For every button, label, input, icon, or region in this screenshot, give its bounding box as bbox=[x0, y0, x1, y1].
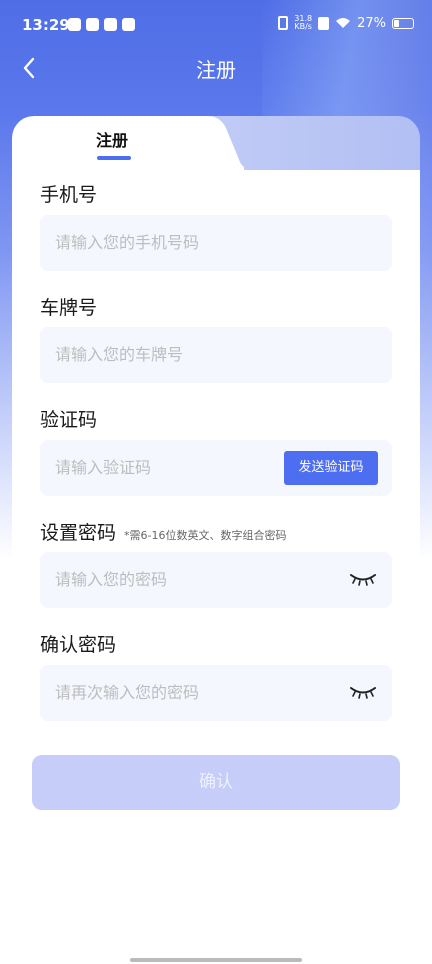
notification-icons bbox=[68, 18, 135, 31]
password-label-row: 设置密码 *需6-16位数英文、数字组合密码 bbox=[40, 518, 286, 545]
send-code-button[interactable]: 发送验证码 bbox=[284, 451, 378, 485]
play-icon bbox=[68, 18, 81, 31]
password-input[interactable]: 请输入您的密码 bbox=[55, 570, 167, 589]
password-confirm-label: 确认密码 bbox=[40, 634, 117, 656]
eye-closed-icon[interactable] bbox=[350, 685, 376, 699]
battery-fill bbox=[394, 19, 400, 27]
password-confirm-field: 请再次输入您的密码 bbox=[40, 665, 392, 721]
tab-register-label[interactable]: 注册 bbox=[96, 127, 128, 151]
code-input[interactable]: 请输入验证码 bbox=[55, 458, 151, 477]
status-right: 31.8 KB/s 27% bbox=[278, 15, 414, 31]
tab-active-indicator bbox=[97, 156, 131, 160]
eye-closed-icon[interactable] bbox=[350, 572, 376, 586]
page-title: 注册 bbox=[196, 58, 236, 82]
status-bar: 13:29 31.8 KB/s 27% bbox=[0, 0, 432, 50]
tab-bar: 注册 bbox=[12, 116, 420, 176]
plate-input[interactable]: 请输入您的车牌号 bbox=[40, 327, 392, 383]
net-speed-unit: KB/s bbox=[294, 22, 312, 31]
home-indicator bbox=[130, 958, 302, 962]
battery-percent: 27% bbox=[357, 15, 386, 31]
status-time: 13:29 bbox=[22, 16, 70, 34]
plate-label: 车牌号 bbox=[40, 297, 98, 319]
phone-label: 手机号 bbox=[40, 184, 98, 206]
password-confirm-input[interactable]: 请再次输入您的密码 bbox=[55, 683, 199, 702]
vibrate-icon bbox=[278, 16, 289, 30]
code-label: 验证码 bbox=[40, 409, 98, 431]
confirm-button[interactable]: 确认 bbox=[32, 755, 400, 810]
password-field: 请输入您的密码 bbox=[40, 552, 392, 608]
phone-input[interactable]: 请输入您的手机号码 bbox=[40, 215, 392, 271]
mail-icon bbox=[86, 18, 99, 31]
net-speed: 31.8 KB/s bbox=[294, 15, 312, 31]
password-label: 设置密码 bbox=[40, 522, 117, 544]
sim-icon bbox=[318, 16, 330, 30]
password-hint: *需6-16位数英文、数字组合密码 bbox=[124, 529, 287, 542]
tab-register[interactable]: 注册 bbox=[12, 116, 244, 176]
code-field: 请输入验证码 发送验证码 bbox=[40, 440, 392, 496]
wifi-icon bbox=[336, 18, 351, 28]
nav-bar: 注册 bbox=[0, 50, 432, 86]
battery-icon bbox=[392, 17, 414, 29]
chat-icon bbox=[104, 18, 117, 31]
app-icon bbox=[122, 18, 135, 31]
